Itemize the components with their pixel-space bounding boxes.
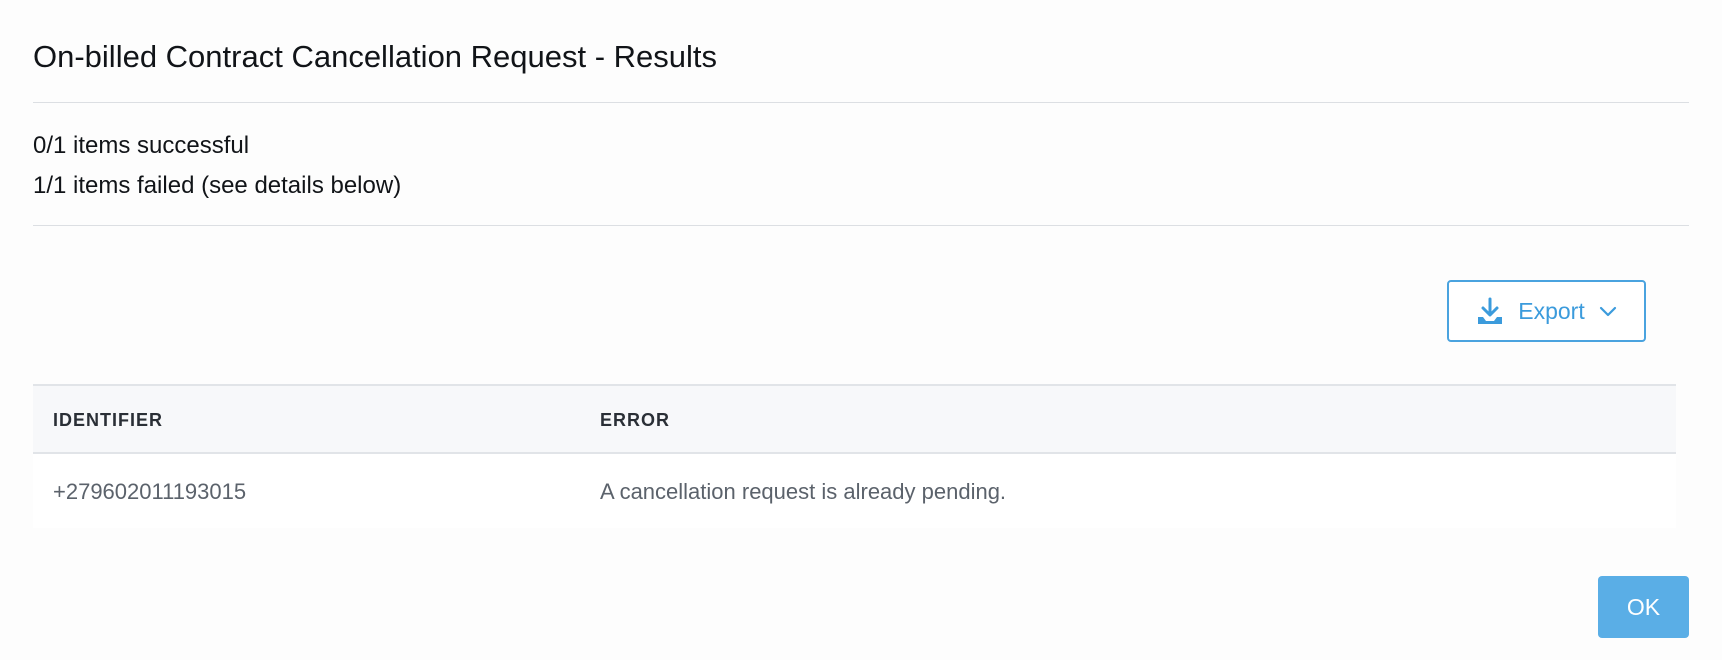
dialog-header: On-billed Contract Cancellation Request …	[33, 0, 1689, 103]
table-row: +279602011193015 A cancellation request …	[33, 454, 1676, 528]
table-header: IDENTIFIER ERROR	[33, 384, 1676, 454]
export-label: Export	[1518, 298, 1585, 324]
download-icon	[1476, 297, 1504, 325]
results-table: IDENTIFIER ERROR +279602011193015 A canc…	[33, 384, 1676, 528]
chevron-down-icon	[1599, 305, 1617, 317]
column-header-identifier: IDENTIFIER	[53, 410, 164, 430]
identifier-cell: +279602011193015	[53, 479, 247, 504]
success-count: 0/1 items successful	[33, 132, 250, 159]
results-dialog: On-billed Contract Cancellation Request …	[0, 0, 1722, 660]
column-header-error: ERROR	[600, 410, 671, 430]
failed-count: 1/1 items failed (see details below)	[33, 172, 402, 199]
error-cell: A cancellation request is already pendin…	[600, 479, 1007, 504]
results-summary: 0/1 items successful 1/1 items failed (s…	[33, 103, 1689, 226]
ok-button[interactable]: OK	[1598, 576, 1689, 638]
dialog-title: On-billed Contract Cancellation Request …	[33, 39, 718, 74]
export-button[interactable]: Export	[1447, 280, 1646, 342]
